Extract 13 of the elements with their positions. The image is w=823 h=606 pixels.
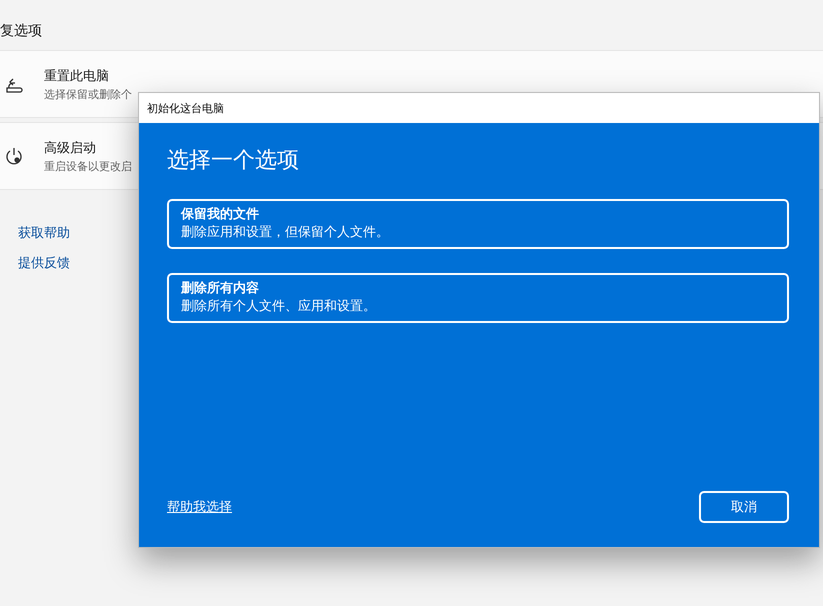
card-title: 高级启动 — [44, 140, 97, 156]
window-title: 初始化这台电脑 — [147, 100, 224, 116]
card-description: 选择保留或删除个 — [44, 86, 132, 102]
cancel-button[interactable]: 取消 — [699, 491, 789, 523]
help-link[interactable]: 获取帮助 — [18, 224, 70, 242]
dialog-heading: 选择一个选项 — [167, 147, 300, 175]
section-title: 复选项 — [0, 22, 43, 41]
option-button[interactable]: 保留我的文件 删除应用和设置，但保留个人文件。 — [167, 199, 789, 249]
help-link[interactable]: 帮助我选择 — [167, 498, 232, 516]
card-description: 重启设备以更改启 — [44, 158, 132, 174]
help-link[interactable]: 提供反馈 — [18, 254, 70, 272]
option-button[interactable]: 删除所有内容 删除所有个人文件、应用和设置。 — [167, 273, 789, 323]
card-title: 重置此电脑 — [44, 68, 110, 84]
